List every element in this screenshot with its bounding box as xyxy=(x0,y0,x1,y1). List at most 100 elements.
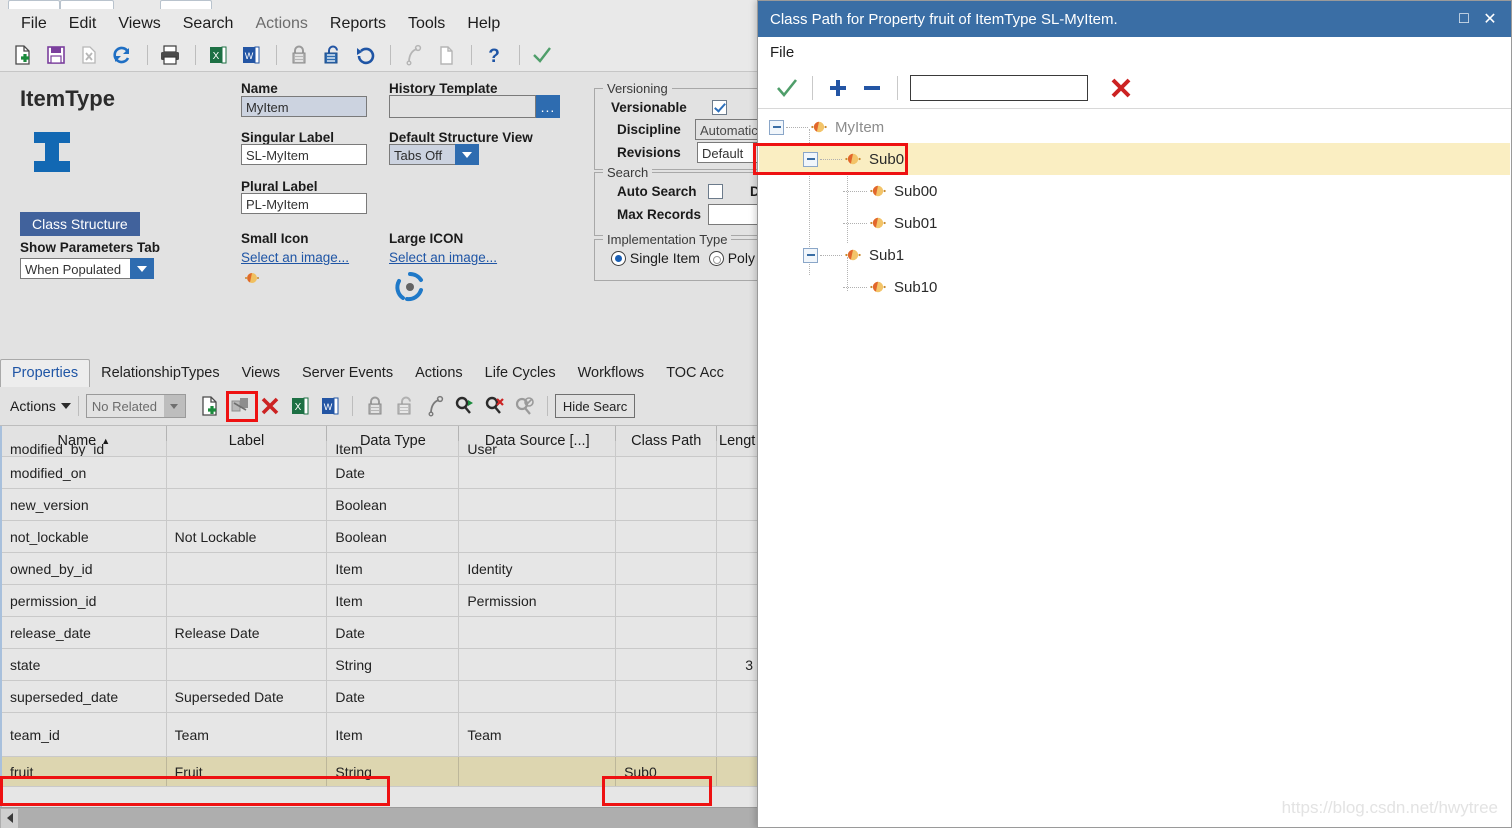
add-property-icon[interactable] xyxy=(195,392,225,420)
table-row[interactable]: modified_on Date xyxy=(2,457,757,489)
show-parameters-tab-value[interactable]: When Populated xyxy=(20,258,130,279)
default-structure-view-dropdown-icon[interactable] xyxy=(455,144,479,165)
menu-reports[interactable]: Reports xyxy=(319,13,397,35)
tab-actions[interactable]: Actions xyxy=(404,360,474,387)
class-path-input[interactable] xyxy=(910,74,1088,101)
menu-help[interactable]: Help xyxy=(456,13,511,35)
table-row[interactable]: fruit Fruit String Sub0 xyxy=(2,757,757,787)
relationship-icon[interactable] xyxy=(225,392,255,420)
table-row[interactable]: superseded_date Superseded Date Date xyxy=(2,681,757,713)
refresh-icon[interactable] xyxy=(107,41,137,69)
search-clear-icon[interactable] xyxy=(480,392,510,420)
auto-search-checkbox[interactable] xyxy=(708,184,723,199)
unlock-icon[interactable] xyxy=(390,392,420,420)
delete-row-icon[interactable] xyxy=(255,392,285,420)
tree-item-sub10[interactable]: Sub10 xyxy=(759,271,1510,303)
table-row[interactable]: owned_by_id Item Identity xyxy=(2,553,757,585)
remove-icon[interactable] xyxy=(855,73,889,103)
grid-horizontal-scrollbar[interactable] xyxy=(0,807,757,828)
history-template-browse-button[interactable]: ... xyxy=(536,95,560,118)
table-row[interactable]: team_id Team Item Team xyxy=(2,713,757,757)
help-icon[interactable]: ? xyxy=(479,41,509,69)
tree-item-sub1[interactable]: Sub1 xyxy=(759,239,1510,271)
export-excel-icon[interactable]: X xyxy=(203,41,233,69)
related-combo-dropdown-icon[interactable] xyxy=(163,395,185,417)
tree-item-sub00[interactable]: Sub00 xyxy=(759,175,1510,207)
search-run-icon[interactable] xyxy=(450,392,480,420)
copy-icon[interactable] xyxy=(431,41,461,69)
cell-length xyxy=(717,457,757,488)
small-icon-select-link[interactable]: Select an image... xyxy=(241,250,349,265)
unlock-icon[interactable] xyxy=(317,41,347,69)
table-row[interactable]: state String 3 xyxy=(2,649,757,681)
lock-icon[interactable] xyxy=(360,392,390,420)
window-tab-2[interactable] xyxy=(60,0,114,9)
table-row[interactable]: modified_by_id Item User xyxy=(2,441,757,457)
redo-icon[interactable] xyxy=(420,392,450,420)
menu-actions[interactable]: Actions xyxy=(244,13,318,35)
single-item-radio[interactable] xyxy=(611,251,626,266)
tree-item-sub0[interactable]: Sub0 xyxy=(759,143,1510,175)
tab-life-cycles[interactable]: Life Cycles xyxy=(474,360,567,387)
print-icon[interactable] xyxy=(155,41,185,69)
hide-search-button[interactable]: Hide Searc xyxy=(554,394,636,418)
export-excel-icon[interactable]: X xyxy=(285,392,315,420)
expander-minus-icon[interactable] xyxy=(769,119,784,135)
apply-check-icon[interactable] xyxy=(770,73,804,103)
tree-item-sub01[interactable]: Sub01 xyxy=(759,207,1510,239)
delete-icon[interactable] xyxy=(74,41,104,69)
tab-workflows[interactable]: Workflows xyxy=(567,360,656,387)
table-row[interactable]: permission_id Item Permission xyxy=(2,585,757,617)
max-records-field[interactable] xyxy=(708,204,757,225)
table-row[interactable]: not_lockable Not Lockable Boolean xyxy=(2,521,757,553)
undo-icon[interactable] xyxy=(350,41,380,69)
singular-label-field[interactable]: SL-MyItem xyxy=(241,144,367,165)
export-word-icon[interactable]: W xyxy=(315,392,345,420)
tab-toc-access[interactable]: TOC Acc xyxy=(655,360,735,387)
show-parameters-tab-dropdown-icon[interactable] xyxy=(130,258,154,279)
scroll-left-arrow-icon[interactable] xyxy=(1,808,18,828)
search-disabled-icon[interactable] xyxy=(510,392,540,420)
redo-icon[interactable] xyxy=(398,41,428,69)
plural-label-field[interactable]: PL-MyItem xyxy=(241,193,367,214)
new-item-icon[interactable] xyxy=(8,41,38,69)
tab-properties[interactable]: Properties xyxy=(0,359,91,387)
maximize-icon[interactable]: □ xyxy=(1451,6,1477,32)
table-row[interactable]: new_version Boolean xyxy=(2,489,757,521)
small-icon-label: Small Icon xyxy=(241,231,309,246)
related-combo[interactable]: No Related xyxy=(85,394,186,418)
dialog-menu-file[interactable]: File xyxy=(770,44,794,61)
tree-item-myitem[interactable]: MyItem xyxy=(759,111,1510,143)
window-tab-1[interactable] xyxy=(8,0,60,9)
menu-views[interactable]: Views xyxy=(107,13,171,35)
expander-minus-icon[interactable] xyxy=(803,151,818,167)
poly-item-radio[interactable] xyxy=(708,251,724,266)
class-structure-button[interactable]: Class Structure xyxy=(20,212,140,236)
menu-tools[interactable]: Tools xyxy=(397,13,456,35)
add-icon[interactable] xyxy=(821,73,855,103)
export-word-icon[interactable]: W xyxy=(236,41,266,69)
window-tab-3[interactable] xyxy=(160,0,212,9)
menu-file[interactable]: File xyxy=(10,13,58,35)
discipline-field[interactable]: Automatic xyxy=(695,119,757,140)
tab-views[interactable]: Views xyxy=(231,360,291,387)
expander-minus-icon[interactable] xyxy=(803,247,818,263)
delete-icon[interactable] xyxy=(1104,73,1138,103)
menu-edit[interactable]: Edit xyxy=(58,13,108,35)
tab-server-events[interactable]: Server Events xyxy=(291,360,404,387)
large-icon-select-link[interactable]: Select an image... xyxy=(389,250,497,265)
actions-dropdown[interactable]: Actions xyxy=(10,398,71,414)
revisions-field[interactable]: Default xyxy=(697,142,757,163)
lock-icon[interactable] xyxy=(284,41,314,69)
history-template-field[interactable] xyxy=(389,95,536,118)
default-structure-view-value[interactable]: Tabs Off xyxy=(389,144,455,165)
done-check-icon[interactable] xyxy=(527,41,557,69)
versionable-checkbox[interactable] xyxy=(712,100,727,115)
tab-relationshiptypes[interactable]: RelationshipTypes xyxy=(90,360,231,387)
name-field[interactable]: MyItem xyxy=(241,96,367,117)
large-icon-preview-icon xyxy=(393,270,427,307)
save-icon[interactable] xyxy=(41,41,71,69)
table-row[interactable]: release_date Release Date Date xyxy=(2,617,757,649)
menu-search[interactable]: Search xyxy=(172,13,245,35)
close-icon[interactable]: ✕ xyxy=(1477,6,1503,32)
